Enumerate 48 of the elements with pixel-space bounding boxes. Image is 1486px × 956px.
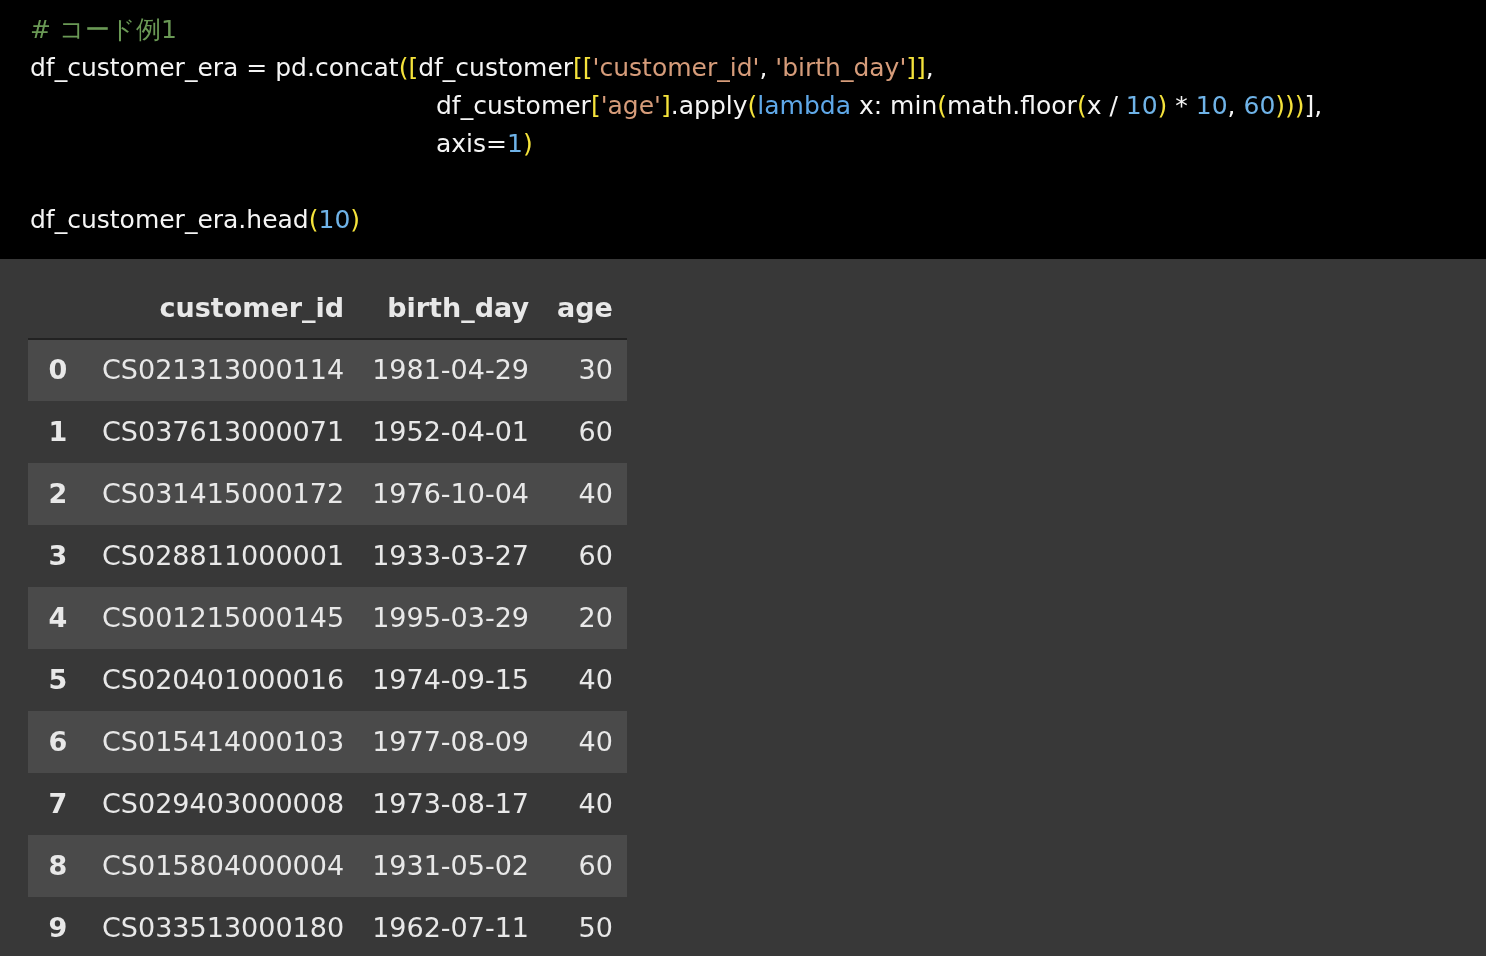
table-cell: 1973-08-17 <box>358 773 544 835</box>
column-header: age <box>543 279 627 339</box>
table-cell: 1952-04-01 <box>358 401 544 463</box>
table-cell: 1933-03-27 <box>358 525 544 587</box>
table-cell: CS015414000103 <box>88 711 359 773</box>
table-cell: CS031415000172 <box>88 463 359 525</box>
row-index: 7 <box>28 773 88 835</box>
table-cell: 50 <box>543 897 627 956</box>
table-cell: CS020401000016 <box>88 649 359 711</box>
table-cell: 40 <box>543 649 627 711</box>
code-line: # コード例1 <box>30 15 177 44</box>
table-cell: 1977-08-09 <box>358 711 544 773</box>
row-index: 8 <box>28 835 88 897</box>
code-line: df_customer_era.head(10) <box>30 205 361 234</box>
table-cell: 1995-03-29 <box>358 587 544 649</box>
row-index: 4 <box>28 587 88 649</box>
row-index: 9 <box>28 897 88 956</box>
table-cell: CS015804000004 <box>88 835 359 897</box>
table-cell: 20 <box>543 587 627 649</box>
table-cell: CS001215000145 <box>88 587 359 649</box>
table-cell: 40 <box>543 773 627 835</box>
row-index: 2 <box>28 463 88 525</box>
row-index: 0 <box>28 339 88 401</box>
table-cell: 60 <box>543 401 627 463</box>
column-header: customer_id <box>88 279 359 339</box>
code-line: axis=1) <box>436 129 533 158</box>
code-line: df_customer['age'].apply(lambda x: min(math.floor(x / 10) * 10, 60)))], <box>436 91 1323 120</box>
table-cell: CS033513000180 <box>88 897 359 956</box>
table-cell: 60 <box>543 525 627 587</box>
table-cell: 40 <box>543 711 627 773</box>
table-cell: 60 <box>543 835 627 897</box>
table-cell: 1976-10-04 <box>358 463 544 525</box>
table-cell: 30 <box>543 339 627 401</box>
table-cell: 1974-09-15 <box>358 649 544 711</box>
row-index: 6 <box>28 711 88 773</box>
column-header: birth_day <box>358 279 544 339</box>
table-cell: 1981-04-29 <box>358 339 544 401</box>
code-line: df_customer_era = pd.concat([df_customer[['customer_id', 'birth_day']], <box>30 53 934 82</box>
table-cell: 1931-05-02 <box>358 835 544 897</box>
row-index: 3 <box>28 525 88 587</box>
table-cell: 1962-07-11 <box>358 897 544 956</box>
table-cell: CS037613000071 <box>88 401 359 463</box>
row-index: 5 <box>28 649 88 711</box>
table-cell: 40 <box>543 463 627 525</box>
row-index: 1 <box>28 401 88 463</box>
table-cell: CS021313000114 <box>88 339 359 401</box>
table-cell: CS028811000001 <box>88 525 359 587</box>
table-cell: CS029403000008 <box>88 773 359 835</box>
